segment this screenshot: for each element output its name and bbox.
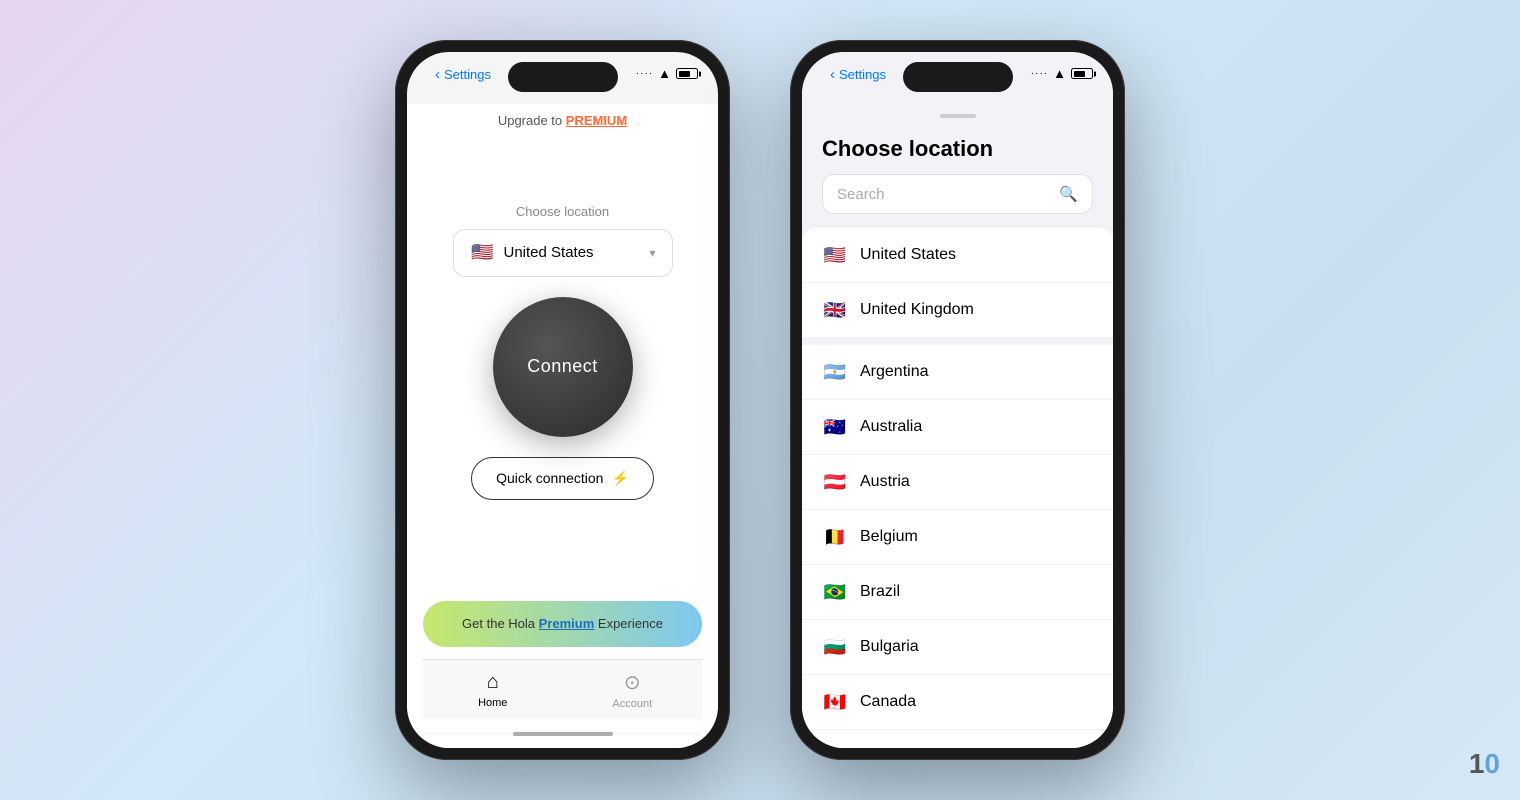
location-list[interactable]: 🇺🇸 United States 🇬🇧 United Kingdom 🇦🇷 bbox=[802, 228, 1113, 748]
phone-1-footer: Get the Hola Premium Experience ⌂ Home ⊙… bbox=[407, 593, 718, 748]
banner-text: Get the Hola Premium Experience bbox=[462, 616, 663, 631]
list-separator bbox=[802, 337, 1113, 345]
dynamic-island-2 bbox=[903, 62, 1013, 92]
selected-country: United States bbox=[504, 244, 642, 261]
country-item-chile[interactable]: 🇨🇱 Chile bbox=[802, 730, 1113, 748]
back-arrow-2[interactable]: ‹ bbox=[830, 66, 835, 83]
country-name-canada: Canada bbox=[860, 693, 916, 711]
country-name-bulgaria: Bulgaria bbox=[860, 638, 919, 656]
tab-bar: ⌂ Home ⊙ Account bbox=[423, 659, 702, 719]
settings-back-label-1[interactable]: Settings bbox=[444, 67, 491, 82]
upgrade-header: Upgrade to PREMIUM bbox=[407, 104, 718, 130]
country-name-united-states: United States bbox=[860, 246, 956, 264]
connect-button[interactable]: Connect bbox=[493, 297, 633, 437]
country-name-united-kingdom: United Kingdom bbox=[860, 301, 974, 319]
battery-icon-2 bbox=[1071, 68, 1093, 79]
flag-bulgaria: 🇧🇬 bbox=[822, 634, 848, 660]
sheet-header: Choose location Search 🔍 bbox=[802, 128, 1113, 228]
phone-1-screen: ‹ Settings 16:23 ···· ▲ Upgrade to PREMI… bbox=[407, 52, 718, 748]
signal-bars-1: ···· bbox=[636, 68, 653, 79]
premium-link[interactable]: Premium bbox=[539, 616, 595, 631]
country-item-brazil[interactable]: 🇧🇷 Brazil bbox=[802, 565, 1113, 620]
flag-austria: 🇦🇹 bbox=[822, 469, 848, 495]
country-item-belgium[interactable]: 🇧🇪 Belgium bbox=[802, 510, 1113, 565]
phone-1-main: Upgrade to PREMIUM Choose location 🇺🇸 Un… bbox=[407, 104, 718, 748]
selected-flag: 🇺🇸 bbox=[470, 240, 496, 266]
upgrade-label: Upgrade to PREMIUM bbox=[498, 113, 627, 128]
flag-australia: 🇦🇺 bbox=[822, 414, 848, 440]
home-indicator-1 bbox=[423, 731, 702, 736]
country-name-austria: Austria bbox=[860, 473, 910, 491]
phone-2-screen: ‹ Settings 16:23 ···· ▲ Choo bbox=[802, 52, 1113, 748]
sheet-title: Choose location bbox=[822, 136, 1093, 162]
home-icon: ⌂ bbox=[487, 671, 499, 694]
country-name-australia: Australia bbox=[860, 418, 922, 436]
tab-account-label: Account bbox=[612, 698, 652, 710]
all-countries: 🇦🇷 Argentina 🇦🇺 Australia 🇦🇹 Austria bbox=[802, 345, 1113, 748]
phone-2: ‹ Settings 16:23 ···· ▲ Choo bbox=[790, 40, 1125, 760]
location-selector[interactable]: 🇺🇸 United States ▾ bbox=[453, 229, 673, 277]
premium-banner[interactable]: Get the Hola Premium Experience bbox=[423, 601, 702, 647]
watermark: 10 bbox=[1469, 748, 1500, 780]
country-item-austria[interactable]: 🇦🇹 Austria bbox=[802, 455, 1113, 510]
battery-icon-1 bbox=[676, 68, 698, 79]
settings-back-label-2[interactable]: Settings bbox=[839, 67, 886, 82]
tab-account[interactable]: ⊙ Account bbox=[563, 660, 703, 719]
wifi-icon-1: ▲ bbox=[658, 66, 671, 81]
flag-argentina: 🇦🇷 bbox=[822, 359, 848, 385]
country-item-canada[interactable]: 🇨🇦 Canada bbox=[802, 675, 1113, 730]
search-placeholder: Search bbox=[837, 186, 1051, 203]
pinned-countries: 🇺🇸 United States 🇬🇧 United Kingdom bbox=[802, 228, 1113, 337]
location-section: Choose location 🇺🇸 United States ▾ bbox=[453, 204, 673, 277]
country-item-argentina[interactable]: 🇦🇷 Argentina bbox=[802, 345, 1113, 400]
flag-united-states: 🇺🇸 bbox=[822, 242, 848, 268]
sheet-handle bbox=[802, 104, 1113, 128]
back-arrow-1[interactable]: ‹ bbox=[435, 66, 440, 83]
flag-belgium: 🇧🇪 bbox=[822, 524, 848, 550]
country-item-united-kingdom[interactable]: 🇬🇧 United Kingdom bbox=[802, 283, 1113, 337]
dynamic-island-1 bbox=[508, 62, 618, 92]
country-item-australia[interactable]: 🇦🇺 Australia bbox=[802, 400, 1113, 455]
home-indicator-bar-1 bbox=[513, 732, 613, 736]
quick-connection-button[interactable]: Quick connection ⚡ bbox=[471, 457, 654, 500]
flag-brazil: 🇧🇷 bbox=[822, 579, 848, 605]
flag-canada: 🇨🇦 bbox=[822, 689, 848, 715]
phone-1-body: Choose location 🇺🇸 United States ▾ Conne… bbox=[407, 130, 718, 593]
country-name-brazil: Brazil bbox=[860, 583, 900, 601]
sheet-handle-bar bbox=[940, 114, 976, 118]
country-item-bulgaria[interactable]: 🇧🇬 Bulgaria bbox=[802, 620, 1113, 675]
connect-label: Connect bbox=[527, 356, 598, 377]
wifi-icon-2: ▲ bbox=[1053, 66, 1066, 81]
country-item-united-states[interactable]: 🇺🇸 United States bbox=[802, 228, 1113, 283]
choose-location-label: Choose location bbox=[516, 204, 609, 219]
phone-1: ‹ Settings 16:23 ···· ▲ Upgrade to PREMI… bbox=[395, 40, 730, 760]
watermark-dot: 0 bbox=[1484, 748, 1500, 779]
premium-label[interactable]: PREMIUM bbox=[566, 113, 627, 128]
quick-connection-label: Quick connection bbox=[496, 470, 603, 486]
account-icon: ⊙ bbox=[624, 670, 641, 695]
tab-home[interactable]: ⌂ Home bbox=[423, 660, 563, 719]
search-icon: 🔍 bbox=[1059, 185, 1078, 203]
tab-home-label: Home bbox=[478, 697, 507, 709]
signal-bars-2: ···· bbox=[1031, 68, 1048, 79]
country-name-belgium: Belgium bbox=[860, 528, 918, 546]
phone-2-main: Choose location Search 🔍 🇺🇸 United State… bbox=[802, 104, 1113, 748]
country-name-argentina: Argentina bbox=[860, 363, 929, 381]
search-bar[interactable]: Search 🔍 bbox=[822, 174, 1093, 214]
chevron-down-icon: ▾ bbox=[649, 246, 655, 260]
lightning-icon: ⚡ bbox=[611, 470, 628, 487]
flag-chile: 🇨🇱 bbox=[822, 744, 848, 748]
flag-united-kingdom: 🇬🇧 bbox=[822, 297, 848, 323]
